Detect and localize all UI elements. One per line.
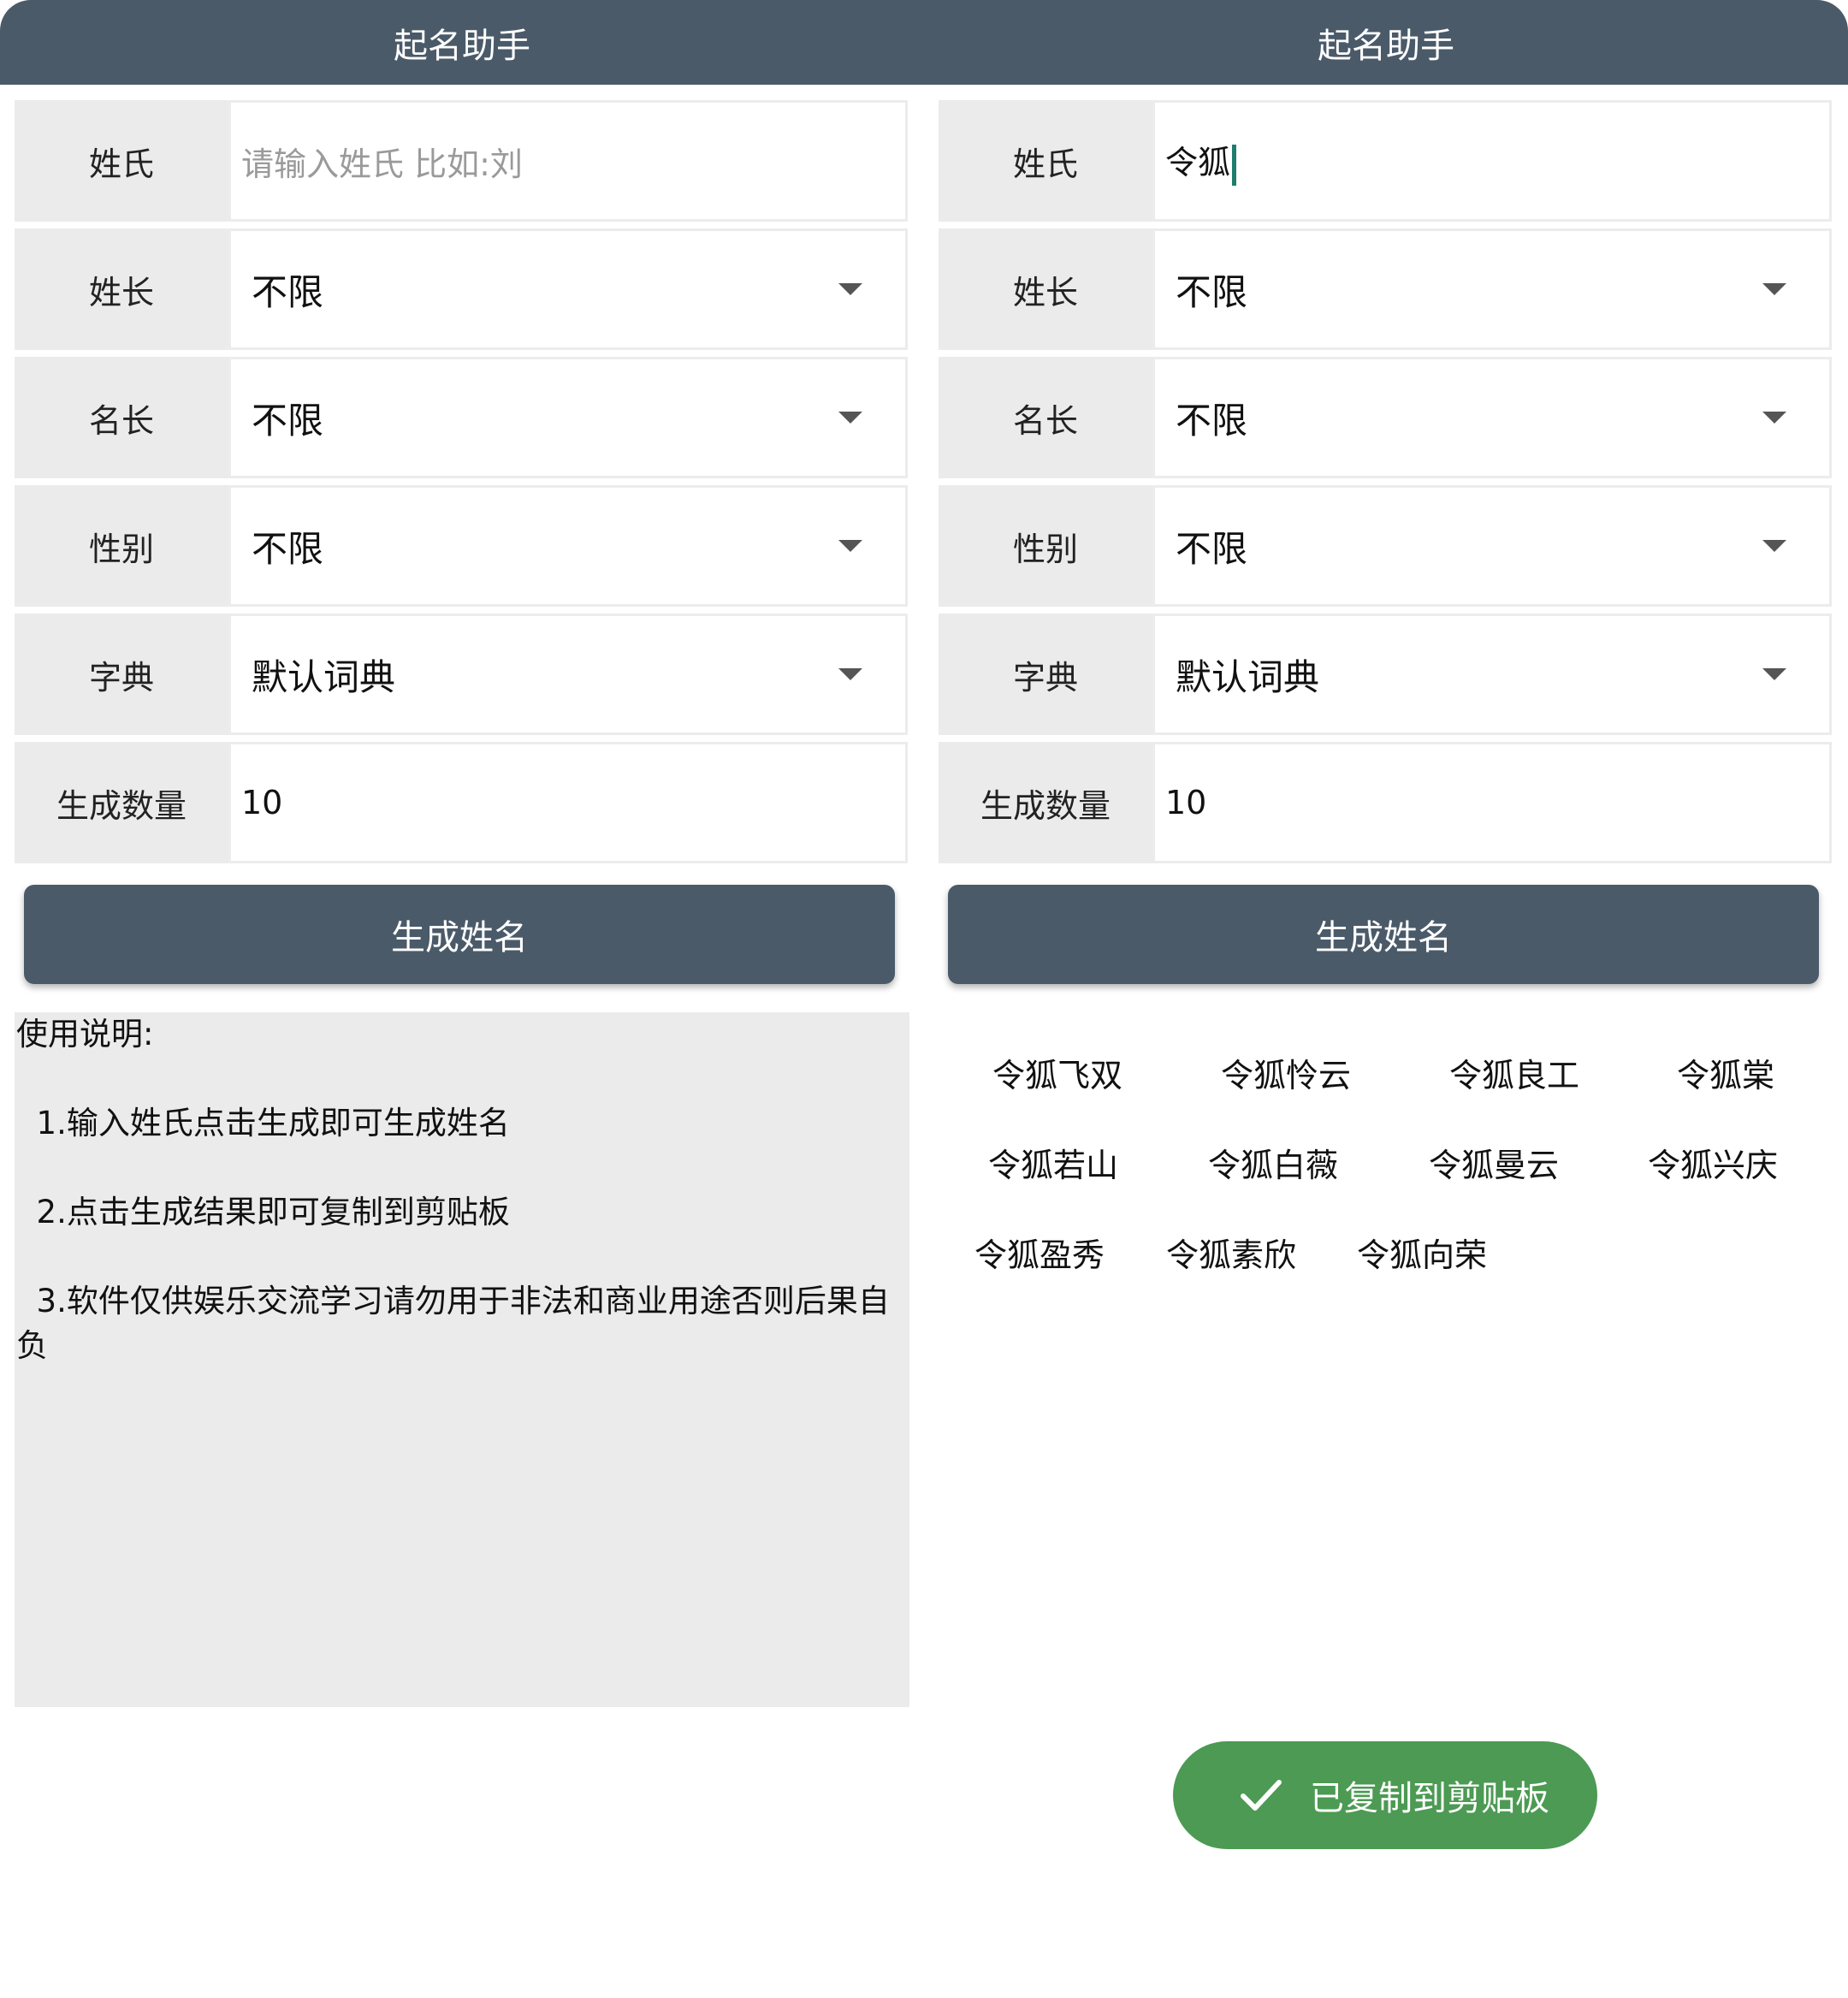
gender-label: 性别 xyxy=(15,485,228,607)
dictionary-value: 默认词典 xyxy=(1176,655,1320,698)
surname-length-value: 不限 xyxy=(1176,270,1248,313)
result-name[interactable]: 令狐良工 xyxy=(1449,1049,1579,1096)
name-length-value: 不限 xyxy=(1176,399,1248,442)
instructions-panel: 使用说明: 1.输入姓氏点击生成即可生成姓名 2.点击生成结果即可复制到剪贴板 … xyxy=(15,1012,909,1707)
result-name[interactable]: 令狐兴庆 xyxy=(1648,1139,1778,1186)
dictionary-value: 默认词典 xyxy=(252,655,396,698)
surname-input[interactable]: 令狐 xyxy=(1152,100,1832,222)
name-length-row: 名长 不限 xyxy=(939,357,1832,478)
dropdown-arrow-icon xyxy=(1762,668,1786,680)
instruction-item: 1.输入姓氏点击生成即可生成姓名 xyxy=(16,1105,510,1141)
dropdown-arrow-icon xyxy=(838,412,862,424)
surname-placeholder: 请输入姓氏 比如:刘 xyxy=(241,145,523,183)
result-name[interactable]: 令狐棠 xyxy=(1677,1049,1774,1096)
app-header: 起名助手 xyxy=(0,0,924,85)
surname-row: 姓氏 请输入姓氏 比如:刘 xyxy=(15,100,908,222)
result-name[interactable]: 令狐白薇 xyxy=(1208,1139,1338,1186)
right-panel: 起名助手 姓氏 令狐 姓长 不限 名长 不限 性别 不限 字典 默认词典 生成数… xyxy=(924,0,1848,1998)
dropdown-arrow-icon xyxy=(838,283,862,295)
name-length-label: 名长 xyxy=(939,357,1152,478)
gender-label: 性别 xyxy=(939,485,1152,607)
dropdown-arrow-icon xyxy=(1762,540,1786,552)
gender-select[interactable]: 不限 xyxy=(228,485,908,607)
result-name[interactable]: 令狐怜云 xyxy=(1221,1049,1351,1096)
result-name[interactable]: 令狐盈秀 xyxy=(974,1229,1105,1276)
count-label: 生成数量 xyxy=(15,742,228,863)
result-name[interactable]: 令狐若山 xyxy=(988,1139,1118,1186)
dropdown-arrow-icon xyxy=(1762,412,1786,424)
surname-length-label: 姓长 xyxy=(15,228,228,350)
surname-length-row: 姓长 不限 xyxy=(15,228,908,350)
instructions-title: 使用说明: xyxy=(16,1016,154,1052)
check-icon xyxy=(1241,1780,1282,1811)
app-header: 起名助手 xyxy=(924,0,1848,85)
header-title: 起名助手 xyxy=(1318,26,1454,66)
result-name[interactable]: 令狐向荣 xyxy=(1357,1229,1487,1276)
header-title: 起名助手 xyxy=(394,26,530,66)
surname-length-label: 姓长 xyxy=(939,228,1152,350)
left-panel: 起名助手 姓氏 请输入姓氏 比如:刘 姓长 不限 名长 不限 性别 不限 字典 … xyxy=(0,0,924,1998)
text-cursor xyxy=(1232,144,1237,186)
split-screen: 起名助手 姓氏 请输入姓氏 比如:刘 姓长 不限 名长 不限 性别 不限 字典 … xyxy=(0,0,1848,1998)
count-input[interactable]: 10 xyxy=(1152,742,1832,863)
dictionary-select[interactable]: 默认词典 xyxy=(1152,614,1832,735)
surname-row: 姓氏 令狐 xyxy=(939,100,1832,222)
surname-text: 令狐 xyxy=(1165,144,1231,182)
gender-value: 不限 xyxy=(252,527,324,570)
dictionary-label: 字典 xyxy=(15,614,228,735)
dropdown-arrow-icon xyxy=(838,540,862,552)
dropdown-arrow-icon xyxy=(1762,283,1786,295)
copied-toast: 已复制到剪贴板 xyxy=(1173,1741,1597,1849)
surname-value: 令狐 xyxy=(1155,136,1237,186)
surname-length-select[interactable]: 不限 xyxy=(228,228,908,350)
surname-length-select[interactable]: 不限 xyxy=(1152,228,1832,350)
name-length-row: 名长 不限 xyxy=(15,357,908,478)
generate-button[interactable]: 生成姓名 xyxy=(948,885,1819,984)
name-length-select[interactable]: 不限 xyxy=(228,357,908,478)
name-length-select[interactable]: 不限 xyxy=(1152,357,1832,478)
count-value: 10 xyxy=(1165,784,1207,821)
dictionary-label: 字典 xyxy=(939,614,1152,735)
gender-row: 性别 不限 xyxy=(939,485,1832,607)
toast-text: 已复制到剪贴板 xyxy=(1310,1779,1549,1818)
dictionary-row: 字典 默认词典 xyxy=(15,614,908,735)
dropdown-arrow-icon xyxy=(838,668,862,680)
result-name[interactable]: 令狐素欣 xyxy=(1166,1229,1296,1276)
result-name[interactable]: 令狐曼云 xyxy=(1429,1139,1559,1186)
count-label: 生成数量 xyxy=(939,742,1152,863)
generate-button-label: 生成姓名 xyxy=(391,918,528,957)
name-length-label: 名长 xyxy=(15,357,228,478)
name-length-value: 不限 xyxy=(252,399,324,442)
surname-label: 姓氏 xyxy=(939,100,1152,222)
gender-row: 性别 不限 xyxy=(15,485,908,607)
count-row: 生成数量 10 xyxy=(939,742,1832,863)
result-name[interactable]: 令狐飞双 xyxy=(992,1049,1122,1096)
gender-value: 不限 xyxy=(1176,527,1248,570)
count-input[interactable]: 10 xyxy=(228,742,908,863)
generate-button[interactable]: 生成姓名 xyxy=(24,885,895,984)
instruction-item: 2.点击生成结果即可复制到剪贴板 xyxy=(16,1194,510,1230)
count-row: 生成数量 10 xyxy=(15,742,908,863)
gender-select[interactable]: 不限 xyxy=(1152,485,1832,607)
count-value: 10 xyxy=(241,784,283,821)
dictionary-select[interactable]: 默认词典 xyxy=(228,614,908,735)
dictionary-row: 字典 默认词典 xyxy=(939,614,1832,735)
surname-label: 姓氏 xyxy=(15,100,228,222)
generate-button-label: 生成姓名 xyxy=(1315,918,1452,957)
instruction-item: 3.软件仅供娱乐交流学习请勿用于非法和商业用途否则后果自负 xyxy=(16,1283,890,1364)
surname-length-value: 不限 xyxy=(252,270,324,313)
surname-input[interactable]: 请输入姓氏 比如:刘 xyxy=(228,100,908,222)
surname-length-row: 姓长 不限 xyxy=(939,228,1832,350)
